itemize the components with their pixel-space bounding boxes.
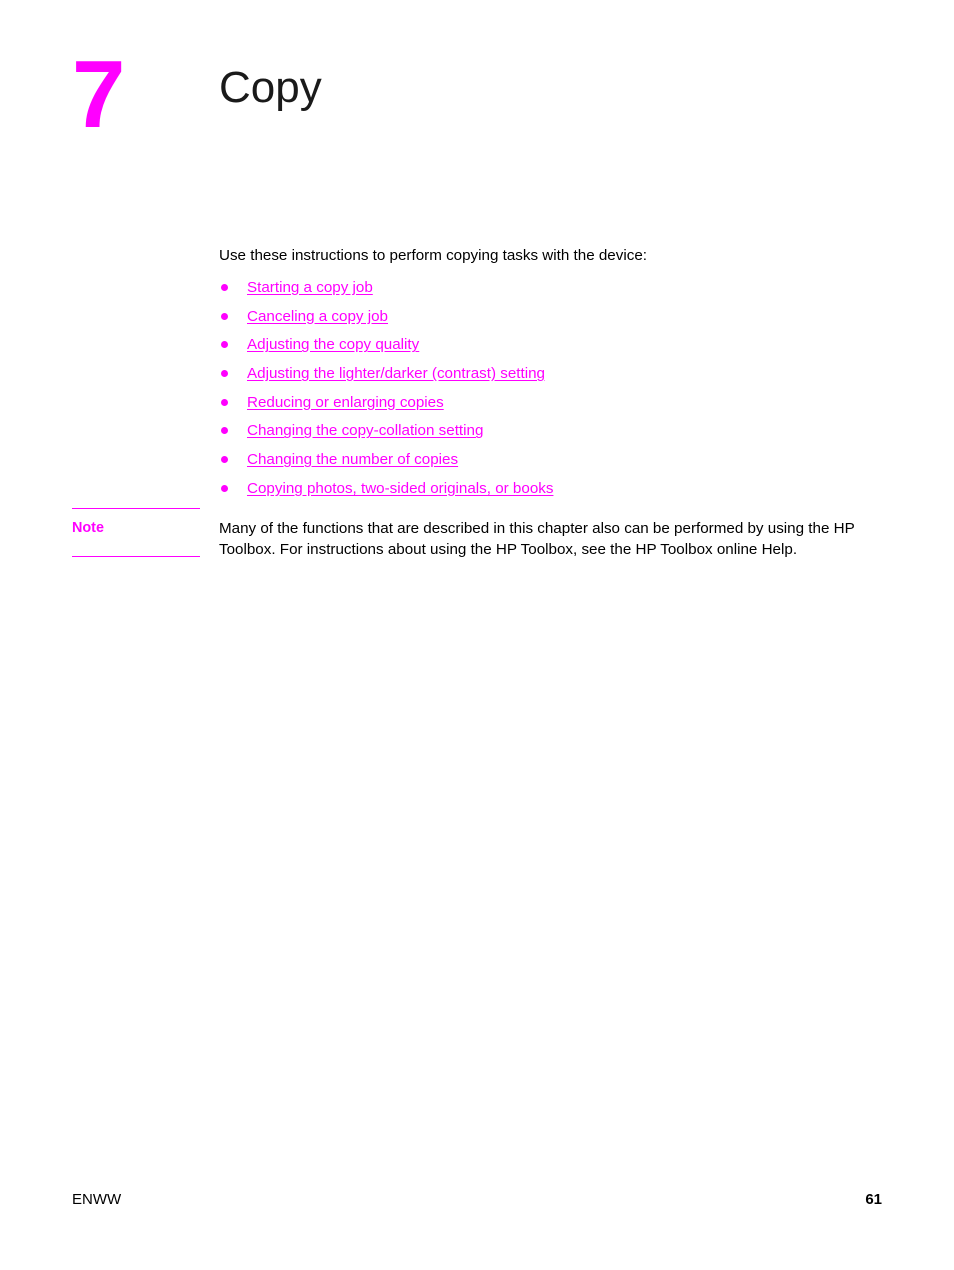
- chapter-toc-list: Starting a copy job Canceling a copy job…: [219, 278, 891, 508]
- list-item[interactable]: Adjusting the lighter/darker (contrast) …: [219, 364, 891, 393]
- note-rule-bottom: [72, 556, 200, 557]
- toc-link-reducing-or-enlarging-copies[interactable]: Reducing or enlarging copies: [247, 393, 444, 413]
- note-rule-top: [72, 508, 200, 509]
- bullet-icon: [221, 370, 228, 378]
- toc-link-copying-photos-two-sided-originals-or-books[interactable]: Copying photos, two-sided originals, or …: [247, 479, 553, 499]
- bullet-icon: [221, 484, 228, 492]
- page-title: Copy: [219, 63, 322, 112]
- toc-link-starting-a-copy-job[interactable]: Starting a copy job: [247, 278, 373, 298]
- toc-link-adjusting-the-copy-quality[interactable]: Adjusting the copy quality: [247, 335, 419, 355]
- list-item[interactable]: Changing the number of copies: [219, 450, 891, 479]
- list-item[interactable]: Reducing or enlarging copies: [219, 393, 891, 422]
- list-item[interactable]: Adjusting the copy quality: [219, 335, 891, 364]
- bullet-icon: [221, 312, 228, 320]
- toc-link-canceling-a-copy-job[interactable]: Canceling a copy job: [247, 307, 388, 327]
- bullet-icon: [221, 398, 228, 406]
- bullet-icon: [221, 284, 228, 291]
- bullet-icon: [221, 456, 228, 464]
- note-body-text: Many of the functions that are described…: [219, 520, 855, 558]
- page-number: 61: [865, 1191, 882, 1208]
- bullet-icon: [221, 427, 228, 435]
- list-item[interactable]: Starting a copy job: [219, 278, 891, 307]
- page-footer: ENWW 61: [0, 1190, 954, 1214]
- list-item[interactable]: Canceling a copy job: [219, 307, 891, 336]
- chapter-header: 7 Copy: [0, 40, 954, 170]
- document-page: 7 Copy Use these instructions to perform…: [0, 0, 954, 1270]
- note-label: Note: [72, 520, 104, 536]
- toc-link-adjusting-the-lighter-darker-contrast-setting[interactable]: Adjusting the lighter/darker (contrast) …: [247, 364, 545, 384]
- toc-link-changing-the-copy-collation-setting[interactable]: Changing the copy-collation setting: [247, 421, 483, 441]
- toc-link-changing-the-number-of-copies[interactable]: Changing the number of copies: [247, 450, 458, 470]
- chapter-number: 7: [72, 41, 125, 148]
- list-item[interactable]: Changing the copy-collation setting: [219, 421, 891, 450]
- footer-locale-code: ENWW: [72, 1191, 122, 1208]
- intro-paragraph: Use these instructions to perform copyin…: [219, 247, 647, 264]
- bullet-icon: [221, 341, 228, 349]
- list-item[interactable]: Copying photos, two-sided originals, or …: [219, 479, 891, 508]
